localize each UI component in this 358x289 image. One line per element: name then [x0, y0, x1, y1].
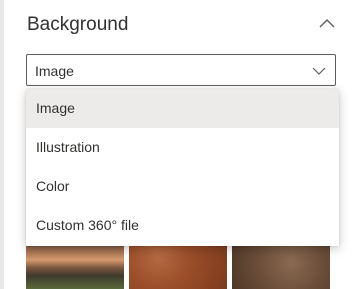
menu-item-color[interactable]: Color: [26, 167, 339, 206]
background-type-dropdown[interactable]: Image: [26, 54, 336, 86]
menu-item-illustration[interactable]: Illustration: [26, 128, 339, 167]
dropdown-menu: Image Illustration Color Custom 360° fil…: [26, 89, 339, 246]
collapse-button[interactable]: [315, 12, 339, 36]
panel-divider: [0, 0, 4, 289]
chevron-down-icon: [312, 67, 326, 75]
dropdown-selected-value: Image: [35, 63, 74, 79]
menu-item-custom-360-file[interactable]: Custom 360° file: [26, 206, 339, 245]
background-section-header[interactable]: Background: [27, 12, 343, 42]
menu-item-image[interactable]: Image: [26, 89, 339, 128]
section-title: Background: [27, 14, 129, 35]
chevron-up-icon: [319, 19, 335, 28]
